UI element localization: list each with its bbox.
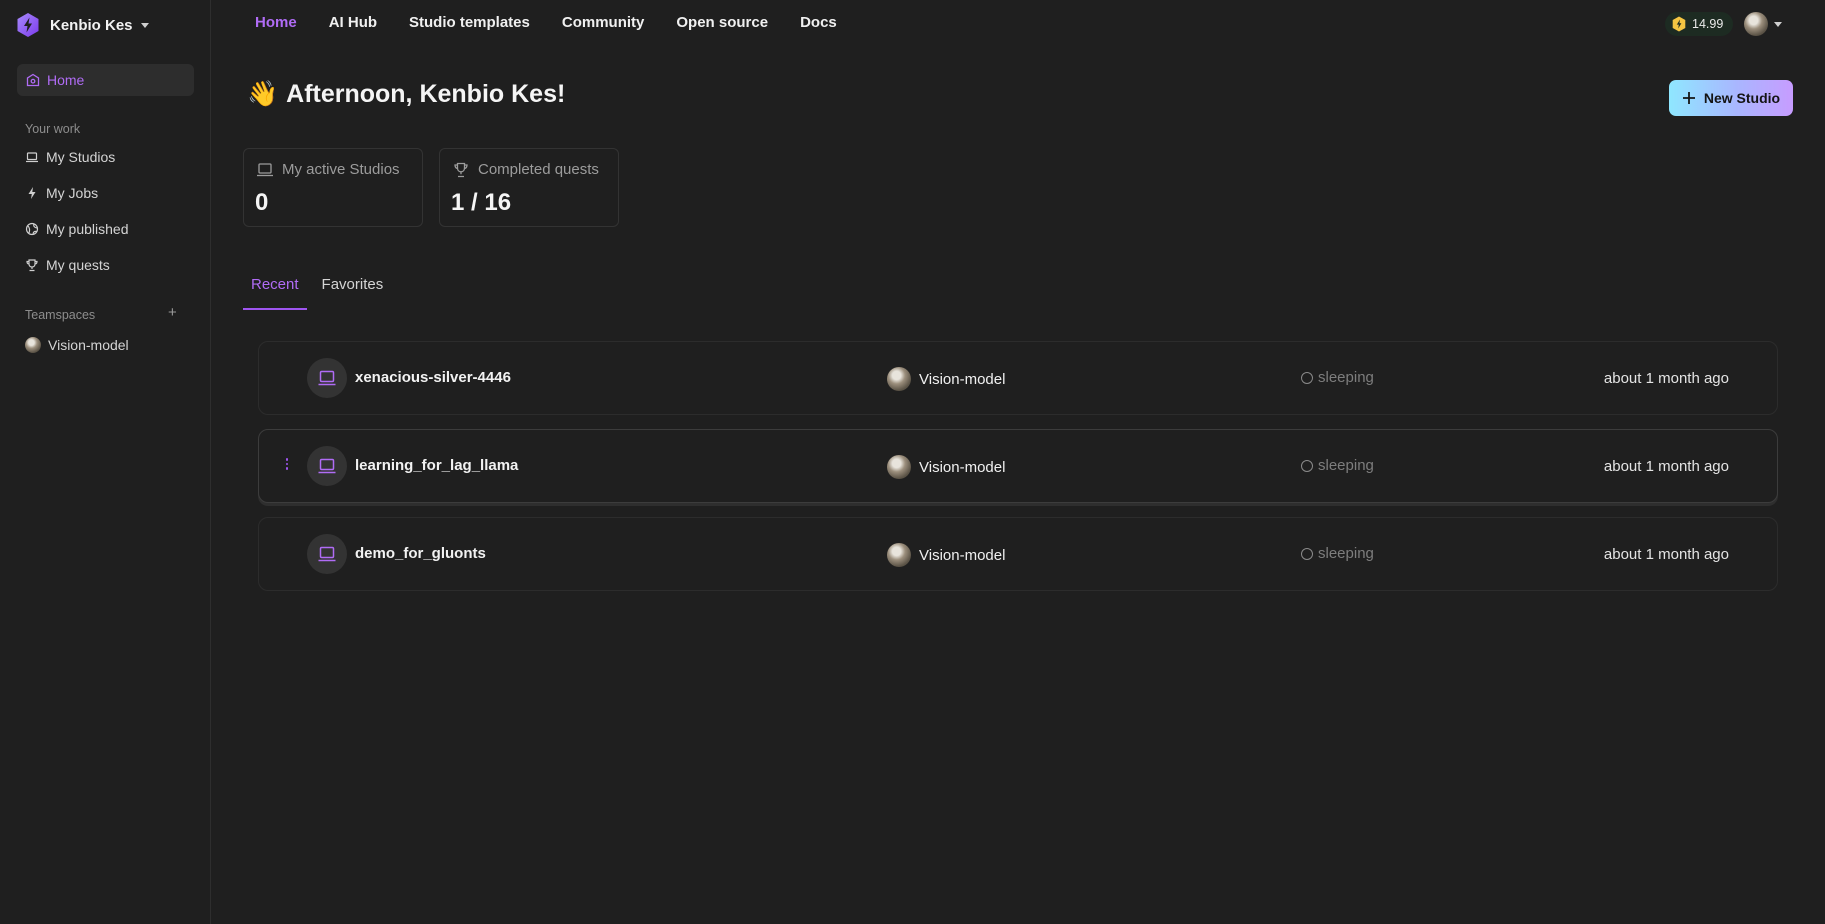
kebab-menu-icon[interactable]: [284, 458, 290, 474]
teamspace-name: Vision-model: [919, 370, 1006, 388]
studio-status: sleeping: [1301, 545, 1374, 562]
chevron-down-icon: [140, 22, 149, 28]
stat-value: 0: [255, 189, 269, 216]
stat-label: My active Studios: [282, 161, 400, 178]
studio-name: learning_for_lag_llama: [355, 457, 519, 474]
section-teamspaces: Teamspaces: [25, 308, 96, 322]
teamspace-avatar: [887, 455, 911, 479]
tab-favorites[interactable]: Favorites: [314, 272, 392, 310]
user-menu[interactable]: [1744, 12, 1782, 36]
chevron-down-icon: [1774, 21, 1782, 27]
sidebar-item-home[interactable]: Home: [17, 64, 194, 96]
coin-icon: [1672, 16, 1686, 32]
tab-bar: Recent Favorites: [243, 272, 398, 310]
new-studio-label: New Studio: [1703, 90, 1781, 106]
stat-label: Completed quests: [478, 161, 599, 178]
studio-time: about 1 month ago: [1603, 546, 1729, 563]
wave-emoji: 👋: [247, 80, 279, 108]
studio-row[interactable]: learning_for_lag_llama Vision-model slee…: [258, 429, 1778, 503]
studio-teamspace: Vision-model: [887, 455, 1005, 479]
home-icon: [26, 73, 40, 87]
studio-status: sleeping: [1301, 457, 1374, 474]
teamspace-name: Vision-model: [919, 546, 1006, 564]
studio-row[interactable]: xenacious-silver-4446 Vision-model sleep…: [258, 341, 1778, 415]
trophy-icon: [26, 259, 38, 272]
section-your-work: Your work: [25, 122, 81, 136]
studio-icon: [307, 358, 347, 398]
status-circle-icon: [1301, 547, 1313, 560]
status-text: sleeping: [1318, 369, 1374, 386]
status-circle-icon: [1301, 371, 1313, 384]
top-nav: Home AI Hub Studio templates Community O…: [255, 14, 837, 36]
status-text: sleeping: [1318, 457, 1374, 474]
bolt-icon: [28, 187, 36, 199]
nav-ai-hub[interactable]: AI Hub: [329, 14, 377, 36]
user-avatar: [1744, 12, 1768, 36]
workspace-switcher[interactable]: Kenbio Kes: [16, 10, 149, 40]
globe-icon: [25, 222, 39, 236]
studio-time: about 1 month ago: [1603, 458, 1729, 475]
nav-docs[interactable]: Docs: [800, 14, 837, 36]
tab-recent[interactable]: Recent: [243, 272, 307, 310]
page-title: 👋 Afternoon, Kenbio Kes!: [247, 80, 565, 109]
teamspace-avatar: [25, 337, 41, 353]
stat-value: 1 / 16: [451, 189, 512, 216]
stat-card-active-studios: My active Studios 0: [243, 148, 423, 227]
nav-home[interactable]: Home: [255, 14, 297, 36]
nav-community[interactable]: Community: [562, 14, 645, 36]
stat-card-completed-quests: Completed quests 1 / 16: [439, 148, 619, 227]
sidebar: Kenbio Kes Home Your work My Studios My …: [0, 0, 211, 924]
sidebar-item-my-jobs[interactable]: My Jobs: [25, 182, 98, 204]
workspace-name: Kenbio Kes: [50, 16, 133, 34]
sidebar-item-my-published[interactable]: My published: [25, 218, 129, 240]
credits-value: 14.99: [1692, 17, 1724, 31]
sidebar-item-label: My Jobs: [46, 185, 99, 201]
studio-icon: [307, 534, 347, 574]
laptop-icon: [257, 162, 273, 176]
sidebar-item-label: My published: [46, 221, 129, 237]
laptop-icon: [318, 458, 336, 474]
sidebar-item-my-quests[interactable]: My quests: [25, 254, 110, 276]
sidebar-item-label: My quests: [46, 257, 110, 273]
greeting-text: Afternoon, Kenbio Kes!: [286, 80, 566, 108]
nav-open-source[interactable]: Open source: [676, 14, 768, 36]
studio-name: demo_for_gluonts: [355, 545, 486, 562]
studio-teamspace: Vision-model: [887, 543, 1005, 567]
laptop-icon: [318, 370, 336, 386]
laptop-icon: [26, 152, 38, 163]
trophy-icon: [454, 162, 468, 177]
studio-row[interactable]: demo_for_gluonts Vision-model sleeping a…: [258, 517, 1778, 591]
lightning-logo-icon: [17, 13, 39, 37]
credits-badge[interactable]: 14.99: [1665, 12, 1733, 36]
sidebar-item-vision-model[interactable]: Vision-model: [25, 334, 129, 356]
teamspace-name: Vision-model: [919, 458, 1006, 476]
studio-icon: [307, 446, 347, 486]
teamspace-avatar: [887, 543, 911, 567]
status-circle-icon: [1301, 459, 1313, 472]
studio-name: xenacious-silver-4446: [355, 369, 511, 386]
laptop-icon: [318, 546, 336, 562]
teamspace-avatar: [887, 367, 911, 391]
status-text: sleeping: [1318, 545, 1374, 562]
new-studio-button[interactable]: New Studio: [1669, 80, 1793, 116]
sidebar-item-my-studios[interactable]: My Studios: [25, 146, 115, 168]
nav-studio-templates[interactable]: Studio templates: [409, 14, 530, 36]
studio-time: about 1 month ago: [1603, 370, 1729, 387]
add-teamspace-button[interactable]: +: [168, 304, 177, 322]
plus-icon: [1682, 92, 1695, 104]
sidebar-item-label: Vision-model: [48, 337, 129, 353]
studio-status: sleeping: [1301, 369, 1374, 386]
sidebar-home-label: Home: [47, 72, 85, 88]
sidebar-item-label: My Studios: [46, 149, 116, 165]
studio-teamspace: Vision-model: [887, 367, 1005, 391]
